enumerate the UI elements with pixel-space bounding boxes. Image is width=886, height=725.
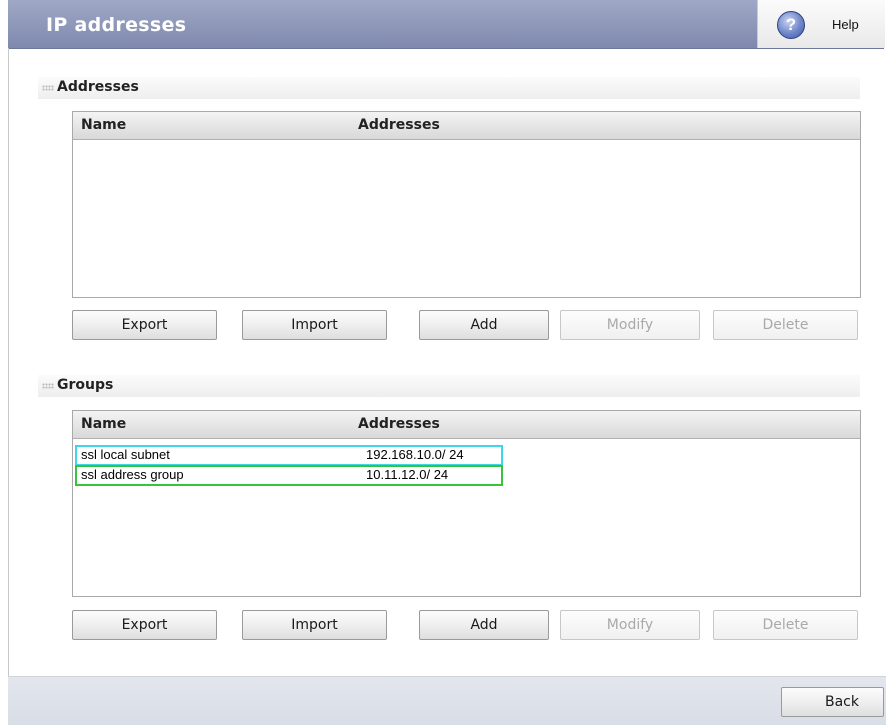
row-addresses: 10.11.12.0/ 24 [366, 467, 449, 482]
groups-modify-button[interactable]: Modify [560, 610, 700, 640]
table-row[interactable]: ssl local subnet 192.168.10.0/ 24 [75, 445, 503, 466]
column-header-addresses[interactable]: Addresses [358, 416, 440, 432]
groups-section-title: Groups [57, 377, 114, 393]
title-bar: IP addresses ? Help [8, 0, 885, 49]
groups-import-button[interactable]: Import [242, 610, 387, 640]
footer-bar: Back [8, 676, 886, 725]
grip-icon [42, 383, 54, 389]
addresses-import-button[interactable]: Import [242, 310, 387, 340]
row-addresses: 192.168.10.0/ 24 [366, 447, 464, 462]
groups-table-header: Name Addresses [73, 411, 860, 439]
row-name: ssl address group [81, 467, 184, 482]
grip-icon [42, 85, 54, 91]
back-button[interactable]: Back [781, 687, 884, 717]
groups-delete-button[interactable]: Delete [713, 610, 858, 640]
groups-table[interactable]: Name Addresses ssl local subnet 192.168.… [72, 410, 861, 597]
column-header-name[interactable]: Name [81, 117, 126, 133]
addresses-section-header: Addresses [38, 77, 860, 99]
groups-section-header: Groups [38, 375, 860, 397]
groups-add-button[interactable]: Add [419, 610, 549, 640]
addresses-section-title: Addresses [57, 79, 139, 95]
addresses-modify-button[interactable]: Modify [560, 310, 700, 340]
back-button-label[interactable]: Back [825, 688, 859, 716]
column-header-addresses[interactable]: Addresses [358, 117, 440, 133]
help-label[interactable]: Help [832, 17, 859, 32]
addresses-delete-button[interactable]: Delete [713, 310, 858, 340]
addresses-export-button[interactable]: Export [72, 310, 217, 340]
addresses-table-header: Name Addresses [73, 112, 860, 140]
table-row[interactable]: ssl address group 10.11.12.0/ 24 [75, 465, 503, 486]
addresses-table[interactable]: Name Addresses [72, 111, 861, 298]
column-header-name[interactable]: Name [81, 416, 126, 432]
help-button[interactable]: ? Help [757, 0, 885, 48]
question-circle-icon[interactable]: ? [777, 11, 805, 39]
addresses-add-button[interactable]: Add [419, 310, 549, 340]
content-left-border [8, 48, 9, 724]
row-name: ssl local subnet [81, 447, 170, 462]
page-title: IP addresses [46, 14, 187, 36]
groups-export-button[interactable]: Export [72, 610, 217, 640]
